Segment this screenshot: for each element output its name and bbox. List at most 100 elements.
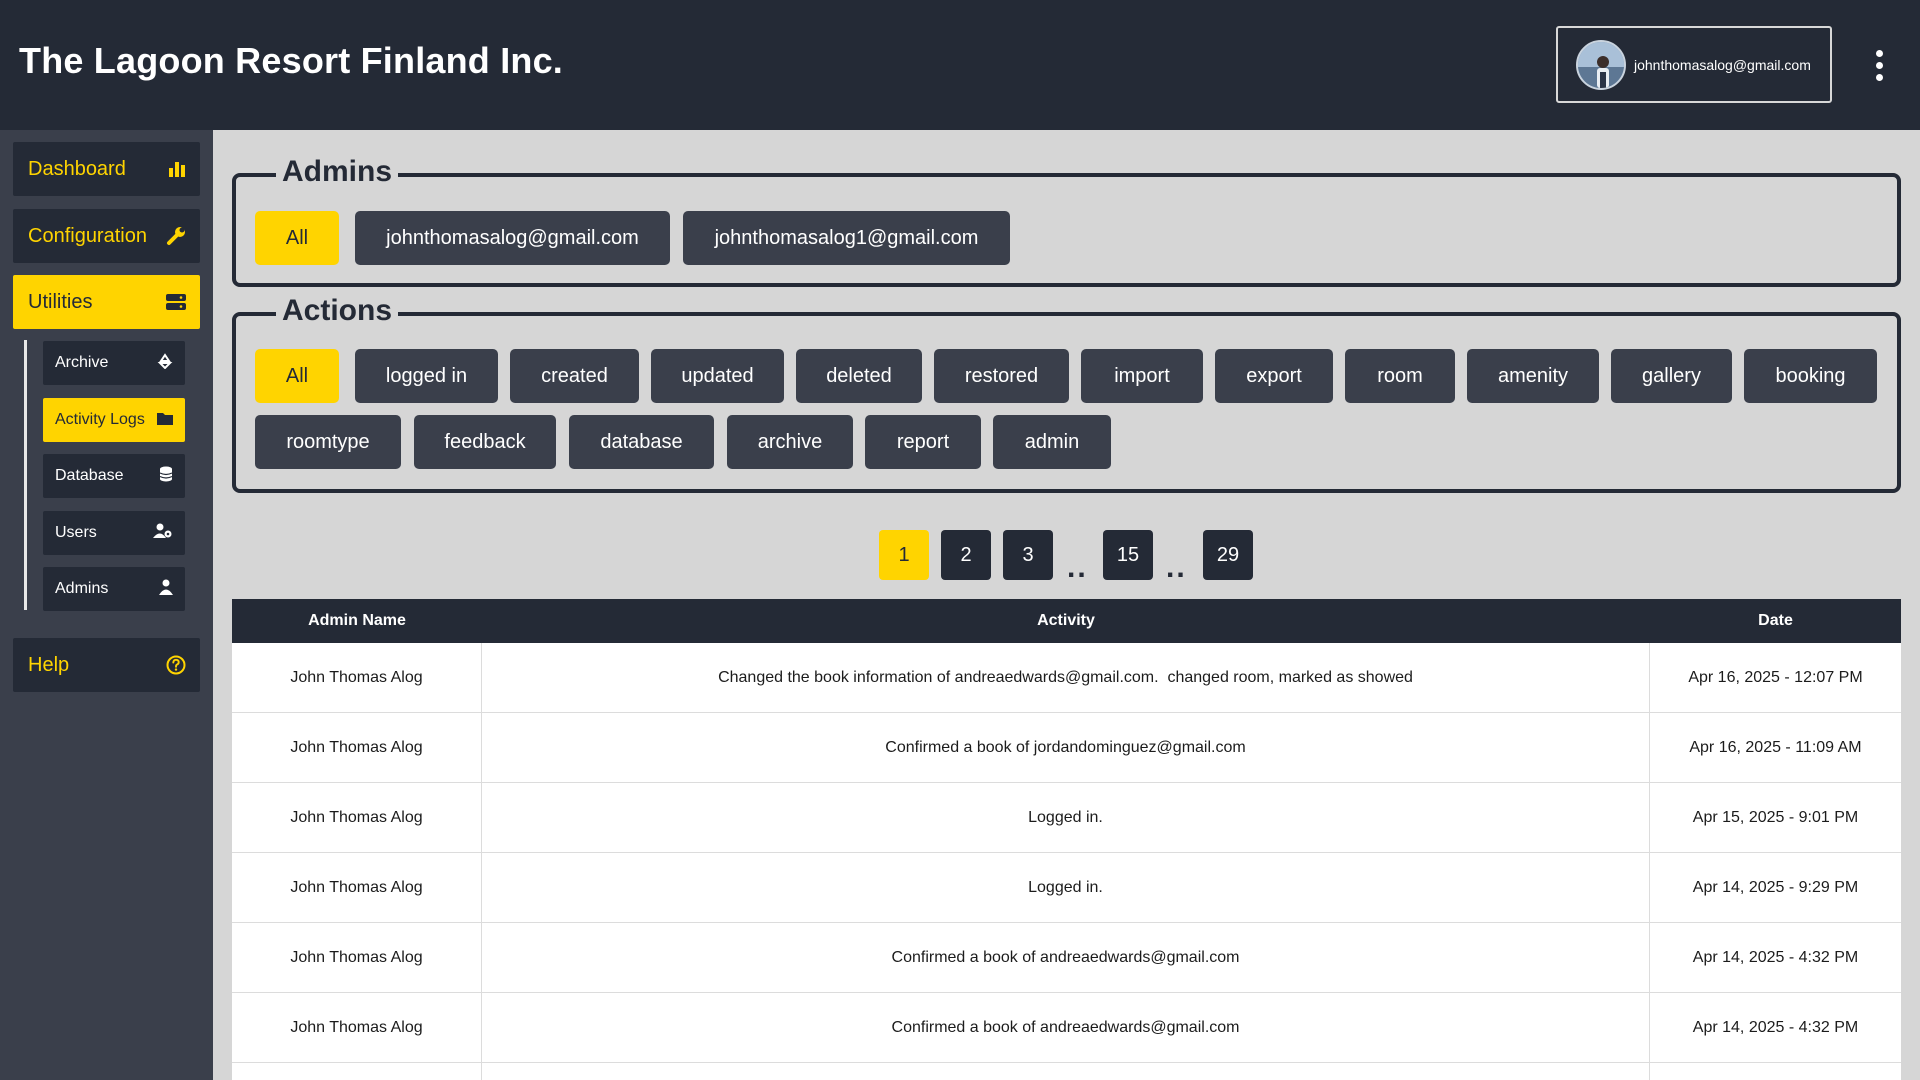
action-filter-option[interactable]: room: [1345, 349, 1455, 403]
sidebar-item-label: Archive: [55, 354, 109, 371]
account-menu-button[interactable]: johnthomasalog@gmail.com: [1556, 26, 1832, 103]
cell-admin-name: John Thomas Alog: [232, 993, 482, 1063]
brand-title: The Lagoon Resort Finland Inc.: [19, 40, 564, 81]
action-filter-option[interactable]: admin: [993, 415, 1111, 469]
column-header-admin-name: Admin Name: [308, 612, 406, 629]
sidebar-item-admins[interactable]: Admins: [43, 567, 185, 611]
admin-filter-option[interactable]: johnthomasalog@gmail.com: [355, 211, 670, 265]
action-filter-option[interactable]: report: [865, 415, 981, 469]
cell-activity: Confirmed a book of andreaedwards@gmail.…: [482, 923, 1650, 993]
cell-activity: Logged in.: [482, 783, 1650, 853]
cell-admin-name: John Thomas Alog: [232, 923, 482, 993]
table-row: John Thomas Alog Confirmed a book of and…: [232, 993, 1901, 1063]
wrench-icon: [166, 226, 186, 246]
question-circle-icon: [166, 655, 186, 675]
cell-date: Apr 15, 2025 - 9:01 PM: [1692, 809, 1859, 826]
action-filter-option[interactable]: database: [569, 415, 714, 469]
actions-filter: Actions All logged in created updated de…: [232, 293, 1901, 493]
cell-date: Apr 14, 2025 - 9:29 PM: [1692, 879, 1859, 896]
cell-activity: [482, 1063, 1650, 1080]
top-header: The Lagoon Resort Finland Inc. johnthoma…: [0, 0, 1920, 130]
sidebar-item-label: Help: [28, 653, 70, 676]
table-row: John Thomas Alog Changed the book inform…: [232, 643, 1901, 713]
action-filter-option[interactable]: gallery: [1611, 349, 1732, 403]
sidebar-item-label: Configuration: [28, 224, 147, 247]
cell-date: Apr 14, 2025 - 4:32 PM: [1692, 1019, 1859, 1036]
cell-admin-name: John Thomas Alog: [232, 643, 482, 713]
table-row: [232, 1063, 1901, 1080]
sidebar-item-dashboard[interactable]: Dashboard: [13, 142, 200, 196]
sidebar-item-users[interactable]: Users: [43, 511, 185, 555]
page-button[interactable]: 15: [1103, 530, 1153, 580]
folder-icon: [157, 411, 173, 430]
sidebar-item-configuration[interactable]: Configuration: [13, 209, 200, 263]
pagination-ellipsis: ..: [1067, 551, 1088, 584]
action-filter-option[interactable]: amenity: [1467, 349, 1599, 403]
server-icon: [166, 293, 186, 311]
column-header-activity: Activity: [1037, 612, 1095, 629]
page-button[interactable]: 3: [1003, 530, 1053, 580]
action-filter-option[interactable]: restored: [934, 349, 1069, 403]
user-gear-icon: [153, 523, 173, 544]
table-header: Admin Name Activity Date: [232, 599, 1901, 643]
sidebar-item-label: Database: [55, 467, 124, 484]
admin-filter-all[interactable]: All: [255, 211, 339, 265]
sidebar-item-activity-logs[interactable]: Activity Logs: [43, 398, 185, 442]
table-row: John Thomas Alog Logged in. Apr 15, 2025…: [232, 783, 1901, 853]
sidebar-item-utilities[interactable]: Utilities: [13, 275, 200, 329]
table-row: John Thomas Alog Logged in. Apr 14, 2025…: [232, 853, 1901, 923]
table-row: John Thomas Alog Confirmed a book of jor…: [232, 713, 1901, 783]
page-button[interactable]: 29: [1203, 530, 1253, 580]
sidebar-item-database[interactable]: Database: [43, 454, 185, 498]
subtree-line: [24, 340, 27, 610]
cell-admin-name: [232, 1063, 482, 1080]
pagination-ellipsis: ..: [1166, 551, 1187, 584]
avatar: [1576, 39, 1626, 90]
cell-admin-name: John Thomas Alog: [232, 713, 482, 783]
action-filter-option[interactable]: logged in: [355, 349, 498, 403]
sidebar: Dashboard Configuration Utilities Archiv…: [0, 130, 213, 1080]
action-filter-all[interactable]: All: [255, 349, 339, 403]
account-email: johnthomasalog@gmail.com: [1634, 56, 1811, 73]
action-filter-option[interactable]: created: [510, 349, 639, 403]
page-button[interactable]: 2: [941, 530, 991, 580]
cell-admin-name: John Thomas Alog: [232, 783, 482, 853]
action-filter-option[interactable]: roomtype: [255, 415, 401, 469]
admins-filter: Admins All johnthomasalog@gmail.com john…: [232, 154, 1901, 287]
activity-log-table: Admin Name Activity Date John Thomas Alo…: [232, 599, 1901, 1080]
action-filter-option[interactable]: export: [1215, 349, 1333, 403]
action-filter-option[interactable]: updated: [651, 349, 784, 403]
column-header-date: Date: [1758, 612, 1793, 629]
action-filter-option[interactable]: import: [1081, 349, 1203, 403]
action-filter-option[interactable]: booking: [1744, 349, 1877, 403]
cell-date: Apr 14, 2025 - 4:32 PM: [1692, 949, 1859, 966]
cell-activity: Changed the book information of andreaed…: [482, 643, 1650, 713]
actions-legend: Actions: [276, 293, 399, 329]
chart-bar-icon: [168, 160, 186, 178]
sidebar-item-label: Utilities: [28, 290, 93, 313]
sidebar-item-label: Dashboard: [28, 157, 126, 180]
sidebar-item-label: Users: [55, 524, 97, 541]
recycle-icon: [157, 352, 173, 374]
page-button-current[interactable]: 1: [879, 530, 929, 580]
action-filter-option[interactable]: feedback: [414, 415, 556, 469]
cell-activity: Logged in.: [482, 853, 1650, 923]
admin-filter-option[interactable]: johnthomasalog1@gmail.com: [683, 211, 1010, 265]
sidebar-item-help[interactable]: Help: [13, 638, 200, 692]
cell-date: [1650, 1063, 1901, 1080]
cell-admin-name: John Thomas Alog: [232, 853, 482, 923]
action-filter-option[interactable]: archive: [727, 415, 853, 469]
cell-activity: Confirmed a book of jordandominguez@gmai…: [482, 713, 1650, 783]
sidebar-item-archive[interactable]: Archive: [43, 341, 185, 385]
cell-date: Apr 16, 2025 - 12:07 PM: [1688, 669, 1863, 686]
sidebar-item-label: Activity Logs: [55, 411, 145, 428]
action-filter-option[interactable]: deleted: [796, 349, 922, 403]
user-icon: [159, 579, 173, 600]
more-options-icon[interactable]: [1870, 45, 1888, 85]
database-icon: [159, 466, 173, 487]
sidebar-item-label: Admins: [55, 580, 109, 597]
admins-legend: Admins: [276, 154, 399, 190]
cell-activity: Confirmed a book of andreaedwards@gmail.…: [482, 993, 1650, 1063]
table-row: John Thomas Alog Confirmed a book of and…: [232, 923, 1901, 993]
cell-date: Apr 16, 2025 - 11:09 AM: [1689, 739, 1862, 756]
